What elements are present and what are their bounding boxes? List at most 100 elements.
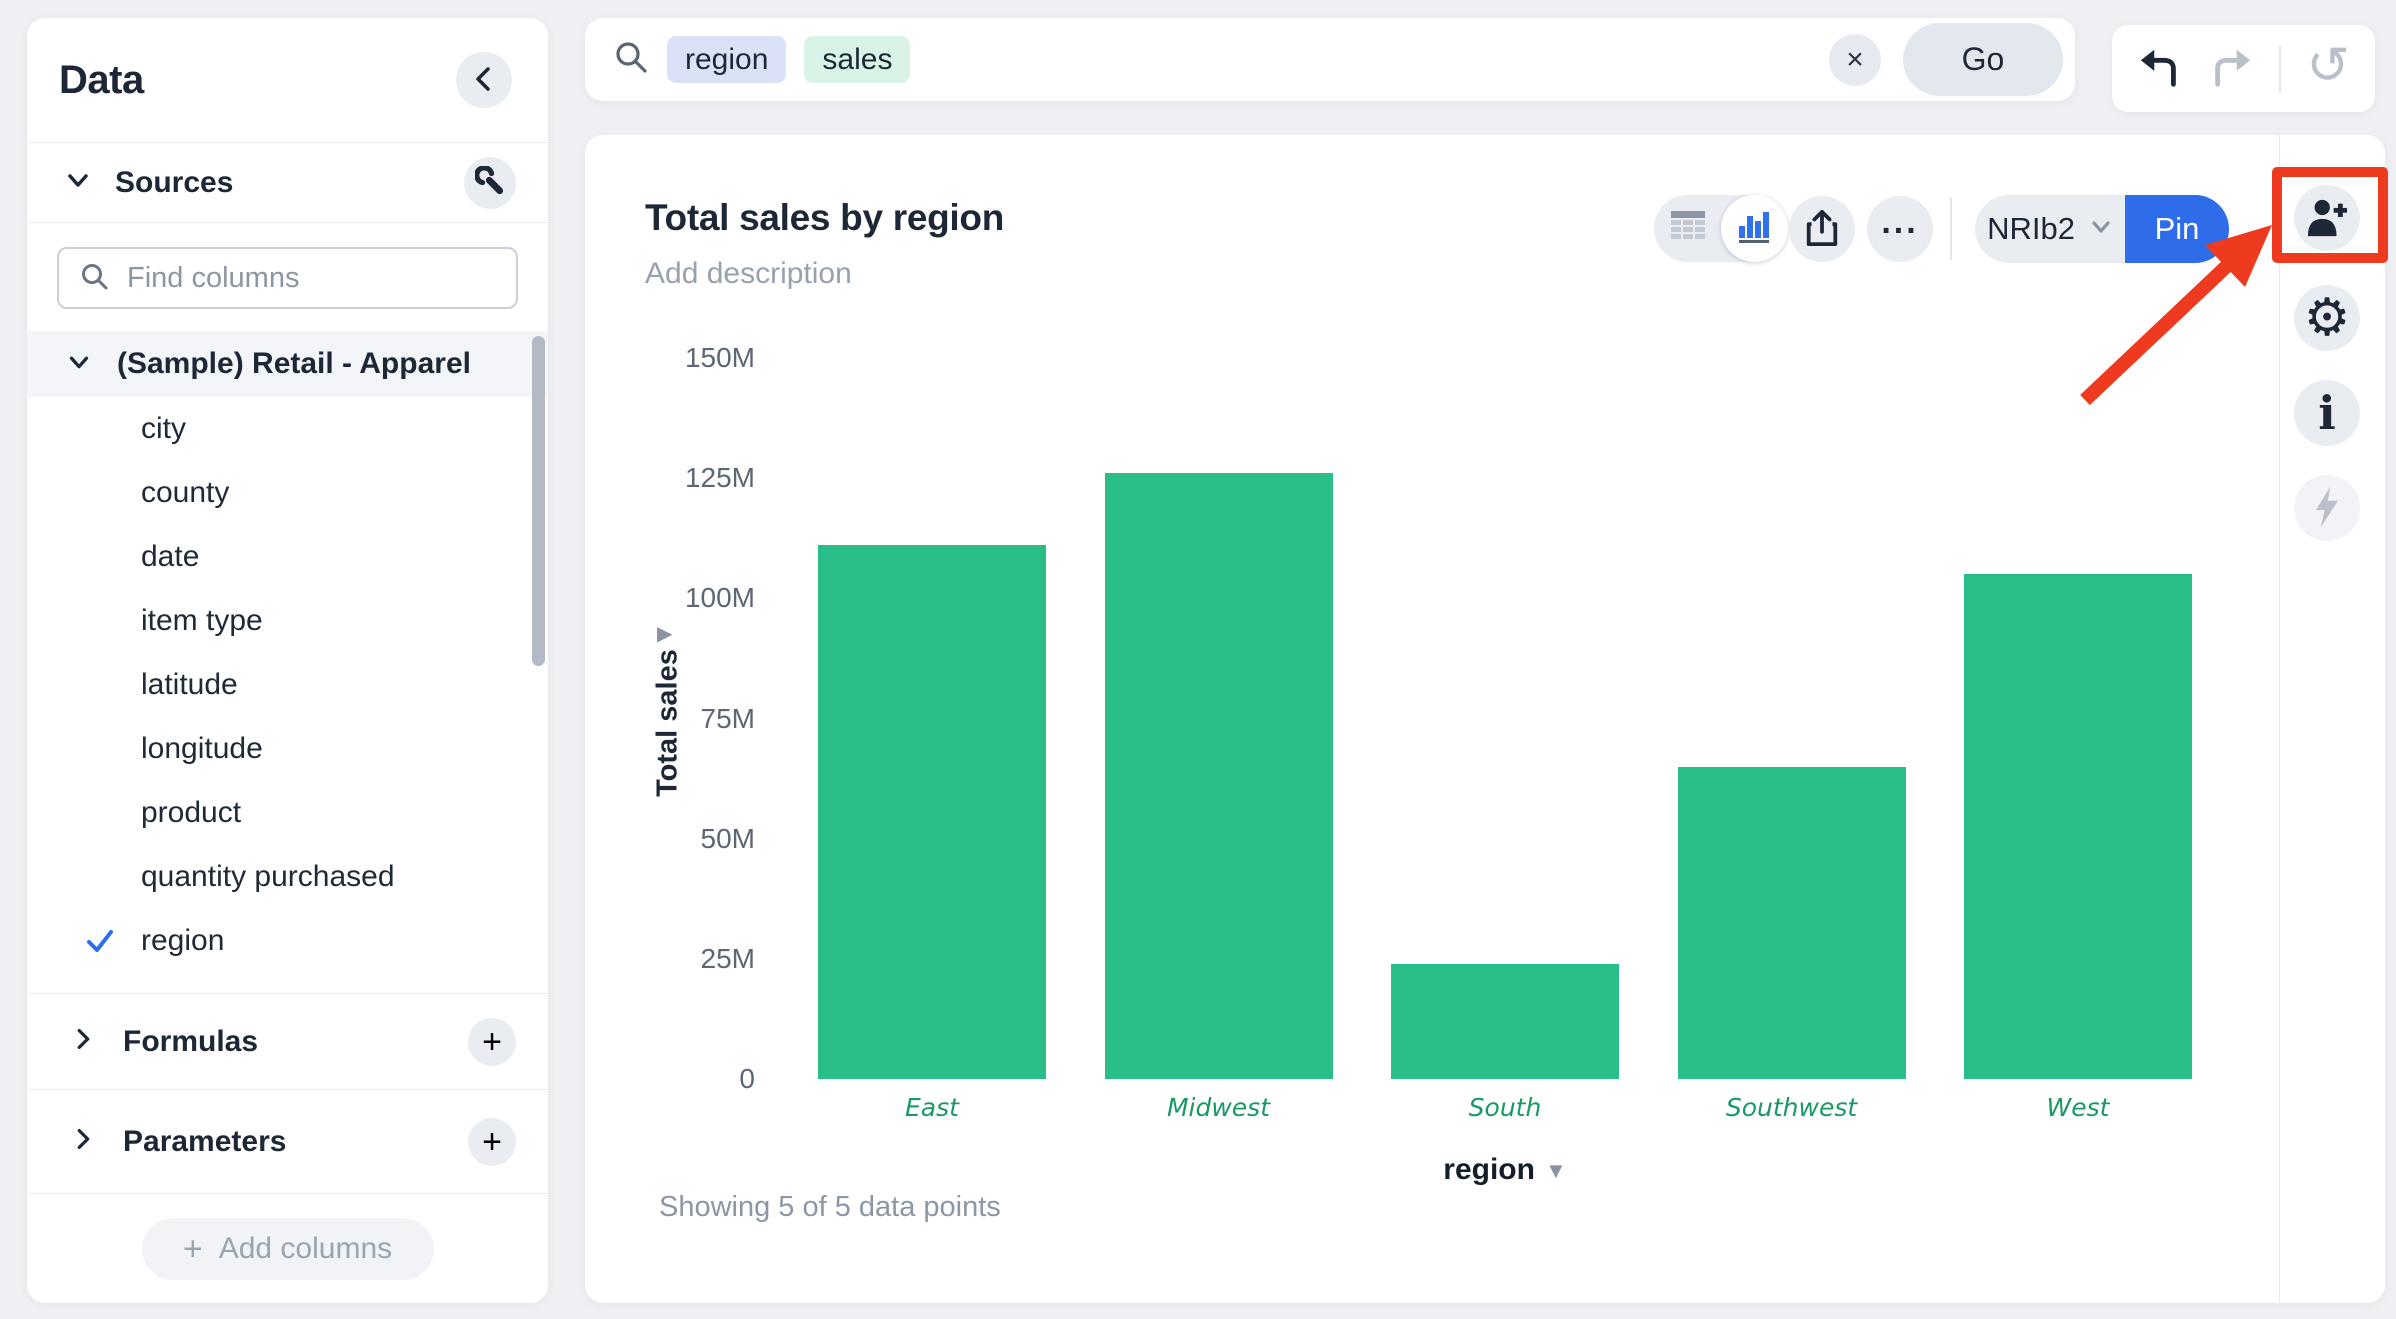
column-list-item[interactable]: longitude <box>27 717 548 781</box>
x-category-label: Midwest <box>1105 1093 1333 1122</box>
search-icon <box>79 261 109 296</box>
source-name: (Sample) Retail - Apparel <box>117 347 471 381</box>
spotiq-insights-button[interactable] <box>2294 475 2360 541</box>
plus-icon: + <box>482 1125 502 1159</box>
column-list-item[interactable]: item type <box>27 589 548 653</box>
search-token[interactable]: sales <box>804 36 910 83</box>
chevron-right-icon <box>69 1025 97 1058</box>
chevron-down-icon <box>63 165 93 200</box>
search-bar[interactable]: region sales × Go <box>585 18 2075 101</box>
formulas-label: Formulas <box>123 1025 258 1059</box>
add-parameter-button[interactable]: + <box>468 1118 516 1166</box>
x-axis-title-label: region <box>1443 1153 1535 1186</box>
refresh-icon: ↺ <box>2306 40 2350 92</box>
clear-search-button[interactable]: × <box>1829 34 1881 86</box>
y-tick-label: 125M <box>685 462 755 494</box>
column-list-item[interactable]: quantity purchased <box>27 845 548 909</box>
chart-title[interactable]: Total sales by region <box>645 197 1004 239</box>
find-columns-box[interactable] <box>57 247 518 309</box>
redo-icon <box>2208 44 2254 93</box>
column-name: item type <box>141 604 263 638</box>
column-list-item[interactable]: date <box>27 525 548 589</box>
columns-list: city county date item type latitude long… <box>27 397 548 973</box>
add-description[interactable]: Add description <box>645 257 852 291</box>
dropdown-triangle-icon: ▼ <box>1545 1158 1567 1183</box>
bar-southwest[interactable] <box>1678 767 1906 1079</box>
source-row[interactable]: (Sample) Retail - Apparel <box>27 331 548 397</box>
bar-series <box>818 358 2192 1079</box>
manage-sources-button[interactable] <box>464 157 516 209</box>
info-icon: i <box>2318 390 2335 436</box>
info-button[interactable]: i <box>2294 380 2360 446</box>
app-root: Data Sources <box>0 0 2396 1319</box>
column-list-item[interactable]: region <box>27 909 548 973</box>
y-tick-label: 25M <box>701 943 755 975</box>
add-columns-button[interactable]: + Add columns <box>142 1218 434 1280</box>
column-list-item[interactable]: latitude <box>27 653 548 717</box>
chart-view-button[interactable] <box>1721 195 1788 262</box>
view-selector-dropdown[interactable]: NRIb2 <box>1975 195 2125 263</box>
settings-button[interactable]: ⚙ <box>2294 285 2360 351</box>
column-name: county <box>141 476 229 510</box>
add-formula-button[interactable]: + <box>468 1018 516 1066</box>
data-points-summary: Showing 5 of 5 data points <box>659 1191 1001 1224</box>
sidebar-footer: + Add columns <box>27 1193 548 1303</box>
column-name: date <box>141 540 199 574</box>
x-category-label: West <box>1964 1093 2192 1122</box>
bar-midwest[interactable] <box>1105 473 1333 1079</box>
bar-east[interactable] <box>818 545 1046 1079</box>
ellipsis-icon: ... <box>1881 203 1918 242</box>
column-list-item[interactable]: product <box>27 781 548 845</box>
column-name: quantity purchased <box>141 860 395 894</box>
right-rail: ⚙ i <box>2279 135 2385 1303</box>
sidebar-header: Data <box>27 18 548 143</box>
y-tick-label: 50M <box>701 823 755 855</box>
bar-chart-icon <box>1737 208 1773 249</box>
display-mode-toggle <box>1654 195 1788 262</box>
chevron-left-icon <box>471 66 497 95</box>
add-columns-label: Add columns <box>219 1232 392 1266</box>
columns-scrollbar[interactable] <box>532 336 545 666</box>
x-category-label: South <box>1391 1093 1619 1122</box>
more-options-button[interactable]: ... <box>1867 196 1933 262</box>
share-button[interactable] <box>1789 196 1855 262</box>
pin-button[interactable]: Pin <box>2125 195 2229 263</box>
column-list-item[interactable]: city <box>27 397 548 461</box>
gear-icon: ⚙ <box>2304 292 2351 344</box>
y-tick-label: 100M <box>685 582 755 614</box>
toolbar-divider <box>2279 46 2281 92</box>
column-name: product <box>141 796 241 830</box>
collapse-sidebar-button[interactable] <box>456 52 512 108</box>
sources-section-header[interactable]: Sources <box>27 143 548 223</box>
y-tick-label: 150M <box>685 342 755 374</box>
sidebar-title: Data <box>59 58 144 103</box>
y-tick-label: 0 <box>739 1063 755 1095</box>
parameters-section-header[interactable]: Parameters + <box>27 1089 548 1193</box>
sources-label: Sources <box>115 166 233 200</box>
columns-panel: (Sample) Retail - Apparel city county da… <box>27 331 548 993</box>
redo-button[interactable] <box>2208 44 2254 93</box>
search-icon <box>613 39 649 80</box>
go-button[interactable]: Go <box>1903 23 2063 96</box>
share-with-user-button[interactable] <box>2294 185 2360 251</box>
answer-card: Total sales by region Add description <box>585 135 2385 1303</box>
bar-west[interactable] <box>1964 574 2192 1079</box>
table-view-button[interactable] <box>1654 195 1721 262</box>
history-toolbar: ↺ <box>2112 25 2375 112</box>
x-axis-title-dropdown[interactable]: region ▼ <box>818 1153 2192 1187</box>
column-name: region <box>141 924 224 958</box>
column-name: city <box>141 412 186 446</box>
chevron-down-icon <box>2089 211 2113 247</box>
column-name: longitude <box>141 732 263 766</box>
formulas-section-header[interactable]: Formulas + <box>27 993 548 1089</box>
search-token[interactable]: region <box>667 36 786 83</box>
reset-button[interactable]: ↺ <box>2306 43 2350 95</box>
toolbar-divider <box>1950 198 1952 260</box>
x-category-label: Southwest <box>1678 1093 1906 1122</box>
x-category-label: East <box>818 1093 1046 1122</box>
find-columns-input[interactable] <box>127 262 496 295</box>
parameters-label: Parameters <box>123 1125 286 1159</box>
column-list-item[interactable]: county <box>27 461 548 525</box>
bar-south[interactable] <box>1391 964 1619 1079</box>
undo-button[interactable] <box>2137 44 2183 93</box>
